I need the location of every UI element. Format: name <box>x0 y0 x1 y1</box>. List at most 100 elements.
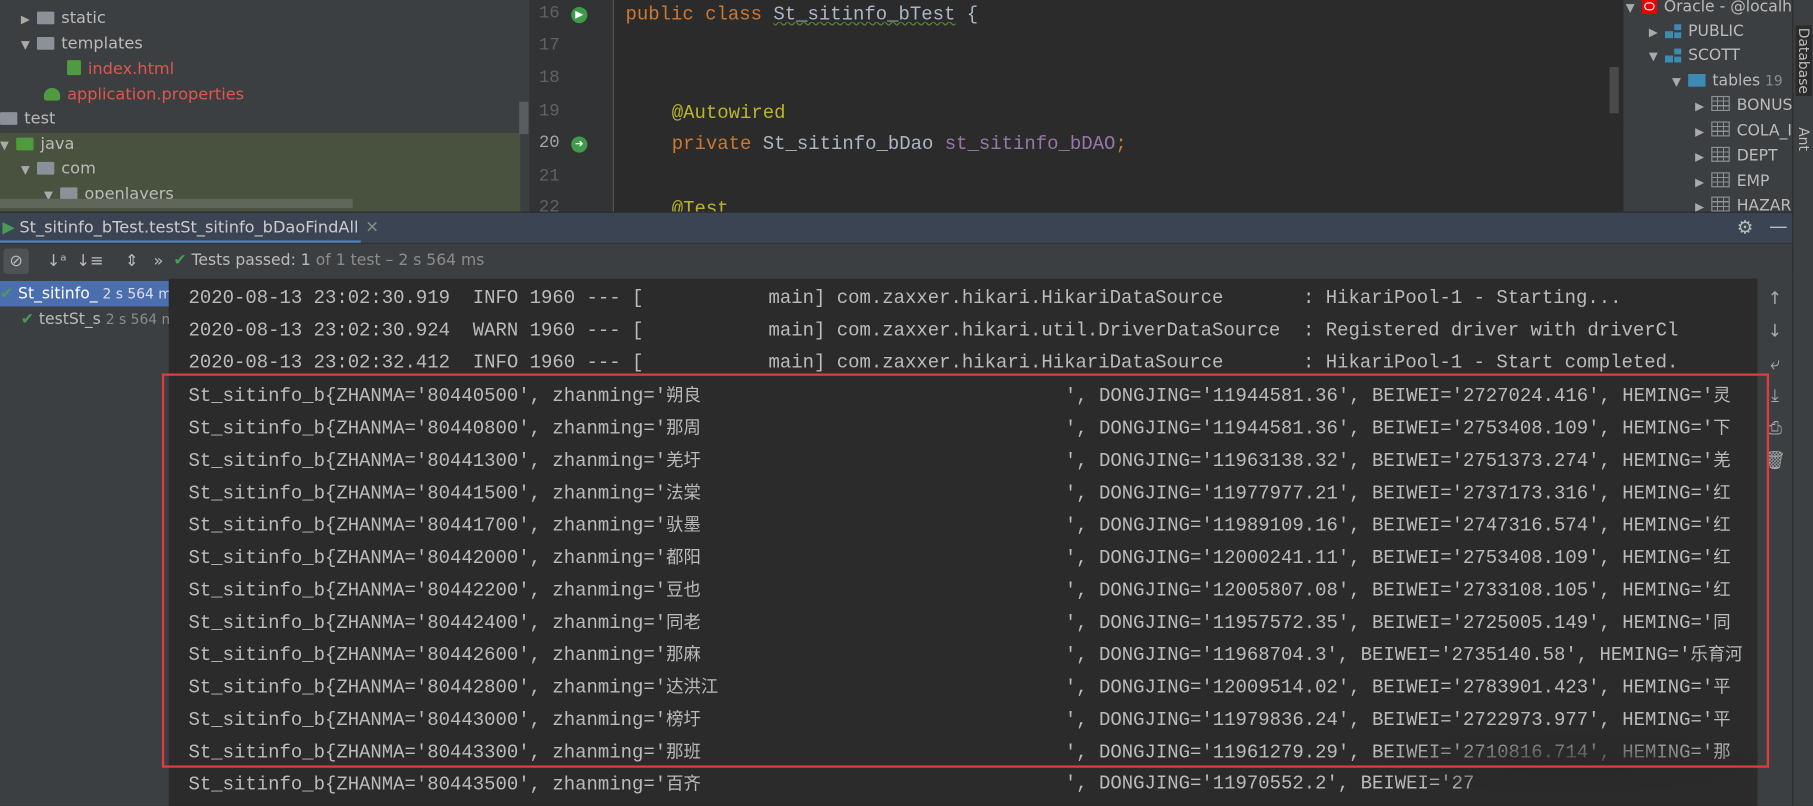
status-prefix: Tests passed: <box>191 250 296 270</box>
tree-item-label: index.html <box>87 60 175 79</box>
tree-item-static[interactable]: ▶ static <box>21 7 106 31</box>
gear-icon[interactable]: ⚙ <box>1737 216 1754 238</box>
db-item-label: tables <box>1712 71 1761 91</box>
test-duration: 2 s 564 ms <box>102 285 169 302</box>
db-table-bonus[interactable]: ▶ BONUS <box>1695 94 1792 118</box>
expand-arrow-icon[interactable]: ▶ <box>1695 120 1711 144</box>
horizontal-scrollbar[interactable] <box>0 198 353 209</box>
table-icon <box>1711 146 1730 162</box>
line-number: 19 <box>538 101 560 122</box>
scroll-up-icon[interactable]: ↑ <box>1763 288 1786 309</box>
run-tab-label: St_sitinfo_bTest.testSt_sitinfo_bDaoFind… <box>19 218 359 238</box>
line-number: 18 <box>538 68 560 88</box>
schema-icon <box>1665 24 1682 39</box>
code-line-20: private St_sitinfo_bDao st_sitinfo_bDAO; <box>672 133 1127 155</box>
log-line: 2020-08-13 23:02:30.924 WARN 1960 --- [ … <box>188 319 1679 342</box>
tree-item-label: templates <box>61 34 143 54</box>
tree-item-label: com <box>61 159 96 179</box>
oracle-icon <box>1641 0 1657 14</box>
record-prefix: St_sitinfo_b{ZHANMA=' <box>188 773 428 796</box>
tree-item-index-html[interactable]: index.html <box>67 58 174 82</box>
semicolon: ; <box>1115 132 1127 155</box>
tree-item-label: static <box>61 9 106 28</box>
package-icon <box>37 161 55 175</box>
run-icon: ▶ <box>2 218 15 238</box>
table-icon <box>1711 196 1730 212</box>
folder-icon <box>37 37 55 50</box>
collapse-arrow-icon[interactable]: ▼ <box>21 34 37 58</box>
expand-all-icon[interactable]: ⇕ <box>119 249 144 274</box>
test-class-row[interactable]: ✔ St_sitinfo_ 2 s 564 ms <box>0 280 169 307</box>
tree-item-test[interactable]: test <box>0 108 55 132</box>
folder-icon <box>37 11 55 25</box>
vertical-scrollbar[interactable] <box>519 101 529 135</box>
database-side-tab[interactable]: Database <box>1795 25 1812 97</box>
expand-arrow-icon[interactable]: ▶ <box>1695 146 1711 170</box>
status-count: 1 <box>300 250 311 270</box>
test-name: testSt_s <box>38 309 101 329</box>
navigate-to-bean-icon[interactable]: ➜ <box>571 136 588 153</box>
punctuation: ', DONGJING=' <box>1064 772 1213 795</box>
run-test-class-icon[interactable]: ▶ <box>571 6 588 24</box>
field-name: st_sitinfo_bDAO <box>944 132 1116 155</box>
spring-properties-icon <box>43 87 61 101</box>
db-table-dept[interactable]: ▶ DEPT <box>1695 145 1778 170</box>
sort-alphabetically-icon[interactable]: ↓ᵃ <box>44 249 69 274</box>
db-tables-folder[interactable]: ▼ tables 19 <box>1672 69 1783 93</box>
collapse-arrow-icon[interactable]: ▼ <box>1649 45 1665 69</box>
class-name: St_sitinfo_bTest <box>773 3 956 26</box>
html-file-icon <box>67 60 81 76</box>
collapse-arrow-icon[interactable]: ▼ <box>21 158 37 182</box>
tree-item-templates[interactable]: ▼ templates <box>21 32 143 56</box>
table-icon <box>1711 121 1730 137</box>
annotation: @Autowired <box>671 101 786 124</box>
table-icon <box>1711 95 1730 111</box>
highlight-annotation-box <box>161 373 1770 768</box>
status-detail: of 1 test – 2 s 564 ms <box>315 250 485 270</box>
folder-icon <box>1688 74 1706 87</box>
close-icon[interactable]: ✕ <box>365 219 379 238</box>
db-item-label: EMP <box>1736 172 1770 191</box>
db-connection-oracle[interactable]: ▼ Oracle - @localh <box>1626 0 1792 20</box>
table-count: 19 <box>1765 72 1783 90</box>
passed-check-icon: ✔ <box>173 250 187 270</box>
collapse-arrow-icon[interactable]: ▼ <box>0 134 16 158</box>
test-toolbar: ⊘ ↓ᵃ ↓≡ ⇕ » ✔ Tests passed: 1 of 1 test … <box>0 242 1793 280</box>
run-tab[interactable]: ▶ St_sitinfo_bTest.testSt_sitinfo_bDaoFin… <box>0 213 379 244</box>
project-tree-panel: ▶ static ▼ templates index.html applicatio… <box>0 0 530 212</box>
record-mid: ', zhanming=' <box>518 773 667 796</box>
ant-side-tab[interactable]: Ant <box>1796 127 1812 151</box>
expand-arrow-icon[interactable]: ▶ <box>1695 95 1711 119</box>
test-method-row[interactable]: ✔ testSt_s 2 s 564 ms <box>0 306 190 331</box>
db-table-cola[interactable]: ▶ COLA_I <box>1695 119 1792 143</box>
code-line-19: @Autowired <box>672 102 786 124</box>
editor-scrollbar[interactable] <box>1609 67 1619 114</box>
test-results-tree: ✔ St_sitinfo_ 2 s 564 ms ✔ testSt_s 2 s … <box>0 278 182 806</box>
line-number: 20 <box>538 132 560 153</box>
expand-arrow-icon[interactable]: ▶ <box>1695 171 1711 195</box>
line-number: 21 <box>538 166 560 187</box>
tree-item-label: application.properties <box>67 85 245 105</box>
tree-item-application-properties[interactable]: application.properties <box>43 83 245 107</box>
show-ignored-icon[interactable]: ⊘ <box>3 248 29 275</box>
code-editor[interactable]: public class St_sitinfo_bTest { @Autowir… <box>613 0 1624 220</box>
tree-item-com[interactable]: ▼ com <box>21 157 96 181</box>
db-schema-scott[interactable]: ▼ SCOTT <box>1649 44 1740 68</box>
expand-arrow-icon[interactable]: ▶ <box>21 8 37 32</box>
expand-arrow-icon[interactable]: ▶ <box>1649 21 1665 45</box>
tree-item-java[interactable]: ▼ java <box>0 133 74 157</box>
db-table-emp[interactable]: ▶ EMP <box>1695 170 1769 194</box>
code-line-16: public class St_sitinfo_bTest { <box>626 3 979 25</box>
sort-by-duration-icon[interactable]: ↓≡ <box>76 249 103 274</box>
run-tool-window-header: ▶ St_sitinfo_bTest.testSt_sitinfo_bDaoFin… <box>0 211 1793 244</box>
minimize-icon[interactable]: — <box>1769 215 1788 237</box>
soft-wrap-icon[interactable]: ⤶ <box>1763 353 1786 374</box>
collapse-arrow-icon[interactable]: ▼ <box>1626 0 1642 21</box>
collapse-arrow-icon[interactable]: ▼ <box>1672 71 1688 95</box>
log-line: 2020-08-13 23:02:30.919 INFO 1960 --- [ … <box>188 286 1622 309</box>
scroll-down-icon[interactable]: ↓ <box>1763 320 1786 341</box>
db-item-label: COLA_I <box>1736 121 1793 140</box>
more-icon[interactable]: » <box>146 249 171 274</box>
passed-check-icon: ✔ <box>0 284 14 303</box>
db-schema-public[interactable]: ▶ PUBLIC <box>1649 20 1744 44</box>
